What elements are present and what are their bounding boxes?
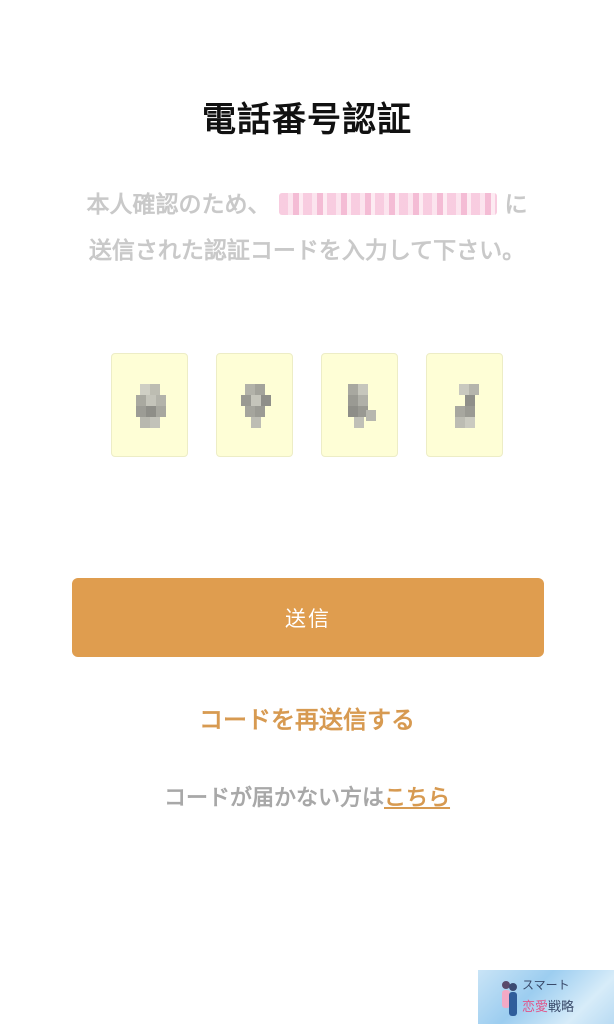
verification-screen: 電話番号認証 本人確認のため、 に 送信された認証コードを入力して下さい。 送信 … bbox=[0, 0, 614, 1024]
code-digit-masked-4 bbox=[451, 384, 481, 428]
code-input-2[interactable] bbox=[216, 353, 293, 457]
instruction-text: 本人確認のため、 に 送信された認証コードを入力して下さい。 bbox=[0, 182, 614, 274]
instruction-line-1: 本人確認のため、 に bbox=[0, 182, 614, 228]
help-text: コードが届かない方は bbox=[163, 786, 384, 811]
page-title: 電話番号認証 bbox=[202, 100, 412, 140]
code-digit-masked-3 bbox=[346, 384, 376, 428]
code-digit-masked-2 bbox=[241, 384, 271, 428]
watermark-rest: 戦略 bbox=[548, 1000, 575, 1015]
instruction-prefix: 本人確認のため、 bbox=[86, 192, 271, 218]
send-button[interactable]: 送信 bbox=[72, 578, 544, 657]
help-link[interactable]: こちら bbox=[384, 786, 450, 811]
code-input-3[interactable] bbox=[321, 353, 398, 457]
watermark-accent: 恋愛 bbox=[522, 1000, 549, 1015]
masked-phone-number bbox=[278, 193, 497, 215]
code-digit-masked-1 bbox=[136, 384, 166, 428]
instruction-suffix: に bbox=[504, 192, 528, 218]
code-input-1[interactable] bbox=[111, 353, 188, 457]
instruction-line-2: 送信された認証コードを入力して下さい。 bbox=[88, 238, 526, 264]
resend-code-link[interactable]: コードを再送信する bbox=[0, 700, 614, 735]
watermark-logo: スマート 恋愛戦略 bbox=[478, 970, 614, 1024]
help-line: コードが届かない方はこちら bbox=[0, 780, 614, 812]
couple-illustration-icon bbox=[502, 981, 517, 1016]
watermark-line-1: スマート bbox=[522, 978, 570, 992]
code-input-4[interactable] bbox=[426, 353, 503, 457]
code-input-row bbox=[111, 353, 505, 459]
watermark-line-2: 恋愛戦略 bbox=[522, 996, 574, 1015]
